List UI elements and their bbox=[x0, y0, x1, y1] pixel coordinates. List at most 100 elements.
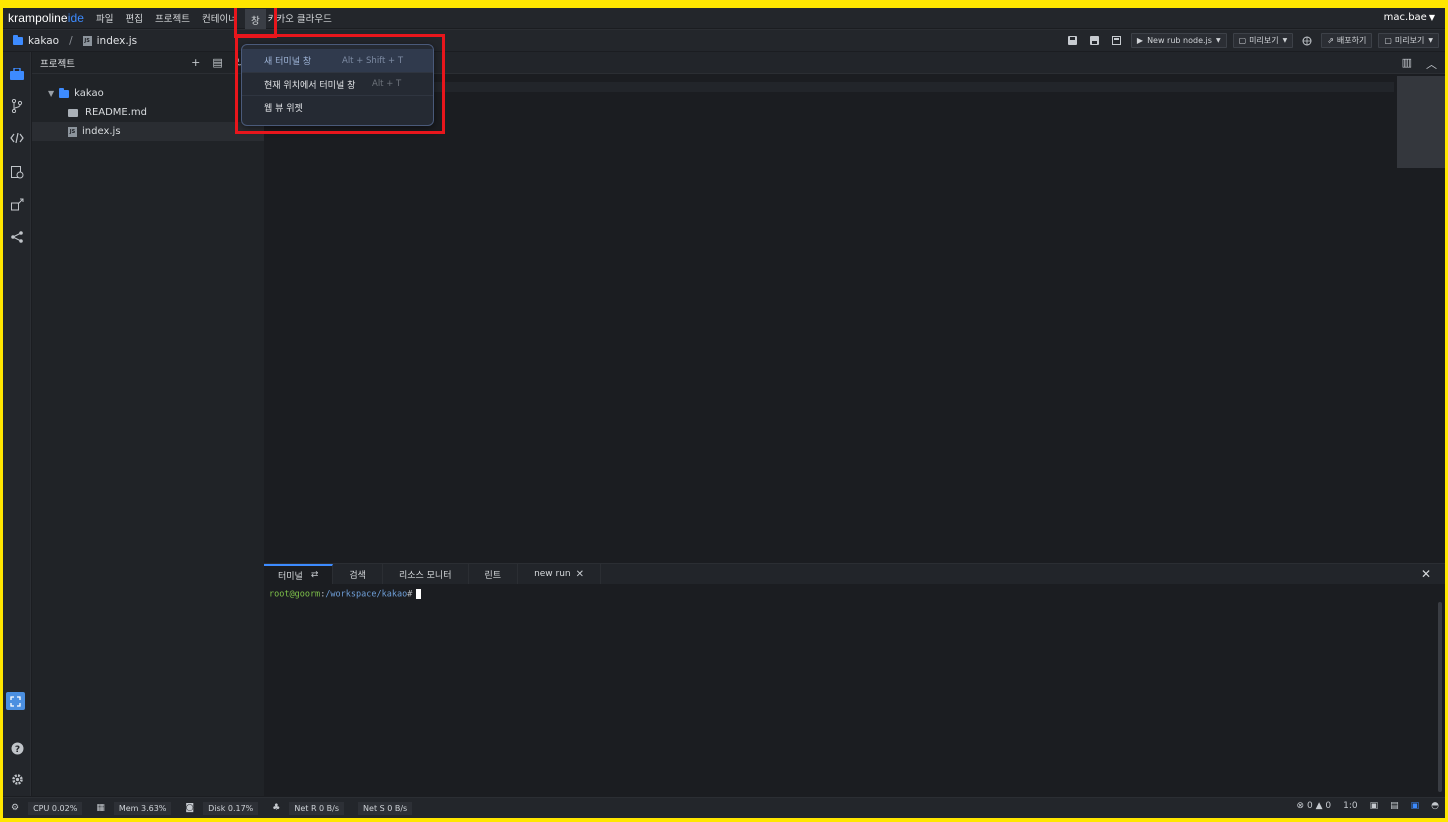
status-net-r: ♣ Net R 0 B/s bbox=[272, 801, 345, 815]
menu-file[interactable]: 파일 bbox=[96, 11, 113, 25]
terminal-toggle-icon[interactable]: ▣ bbox=[1411, 801, 1420, 811]
save-all-icon[interactable] bbox=[1087, 34, 1103, 48]
expand-icon[interactable] bbox=[6, 692, 25, 710]
activity-bar: ? bbox=[3, 52, 31, 796]
tree-file-readme[interactable]: README.md bbox=[32, 103, 264, 122]
net-r-value: Net R 0 B/s bbox=[289, 801, 345, 815]
refresh-icon[interactable]: ⇄ bbox=[311, 570, 319, 580]
warning-icon: ▲ bbox=[1315, 801, 1323, 811]
net-s-value: Net S 0 B/s bbox=[358, 801, 413, 815]
git-branch-icon[interactable] bbox=[9, 98, 25, 114]
menu-bar: krampolineide 파일 편집 프로젝트 컨테이너 창 카카오 클라우드… bbox=[3, 8, 1445, 31]
settings-gear-icon[interactable] bbox=[9, 771, 25, 787]
globe-icon[interactable] bbox=[1299, 34, 1315, 48]
editor-actions: ▥ ︿ bbox=[1402, 56, 1437, 72]
breadcrumb-file[interactable]: index.js bbox=[97, 35, 137, 47]
svg-text:?: ? bbox=[14, 745, 19, 755]
deploy-button[interactable]: ⇗ 배포하기 bbox=[1321, 33, 1373, 48]
js-file-icon: JS bbox=[82, 35, 92, 46]
preview-icon: ▢ bbox=[1238, 36, 1247, 45]
tree-file-index[interactable]: JS index.js bbox=[32, 122, 264, 141]
menu-container[interactable]: 컨테이너 bbox=[202, 11, 237, 25]
breadcrumb: kakao / JS index.js bbox=[3, 34, 137, 47]
prompt-char: # bbox=[407, 589, 413, 600]
prompt-user: root@goorm bbox=[269, 589, 321, 600]
code-icon[interactable] bbox=[9, 130, 25, 146]
tab-label: new run bbox=[534, 569, 571, 579]
user-menu[interactable]: mac.bae ▼ bbox=[1384, 12, 1435, 23]
cpu-value: CPU 0.02% bbox=[28, 801, 83, 815]
tab-resource-monitor[interactable]: 리소스 모니터 bbox=[383, 564, 469, 584]
deploy-rocket-icon[interactable] bbox=[9, 196, 25, 212]
terminal-prompt[interactable]: root@goorm:/workspace/kakao# bbox=[269, 589, 422, 600]
chevron-down-icon: ▼ bbox=[48, 89, 55, 98]
error-count: 0 bbox=[1306, 801, 1313, 811]
share-icon[interactable] bbox=[9, 229, 25, 245]
chat-icon[interactable]: ▤ bbox=[1390, 801, 1399, 811]
status-problems[interactable]: ⊗ 0 ▲ 0 bbox=[1297, 801, 1332, 811]
js-file-icon: JS bbox=[68, 126, 77, 137]
panel-tab-bar: 터미널 ⇄ 검색 리소스 모니터 린트 new run ✕ bbox=[264, 564, 1445, 584]
warning-count: 0 bbox=[1325, 801, 1332, 811]
help-icon[interactable]: ? bbox=[9, 740, 25, 756]
deploy-icon: ⇗ bbox=[1327, 36, 1334, 45]
tab-new-run[interactable]: new run ✕ bbox=[518, 564, 602, 584]
tab-label: 검색 bbox=[349, 570, 366, 581]
breadcrumb-project[interactable]: kakao bbox=[28, 35, 59, 47]
preview-icon: ▢ bbox=[1384, 36, 1392, 45]
disk-icon: ◙ bbox=[185, 803, 195, 813]
menu-project[interactable]: 프로젝트 bbox=[155, 11, 190, 25]
tree-item-label: README.md bbox=[85, 107, 148, 118]
caret-down-icon: ▼ bbox=[1282, 37, 1288, 44]
tab-lint[interactable]: 린트 bbox=[469, 564, 519, 584]
container-icon[interactable] bbox=[9, 164, 25, 180]
new-folder-icon[interactable]: ▤ bbox=[212, 56, 222, 69]
markdown-file-icon bbox=[68, 108, 78, 117]
folder-icon bbox=[13, 34, 23, 45]
tab-search[interactable]: 검색 bbox=[333, 564, 383, 584]
app-logo[interactable]: krampolineide bbox=[3, 11, 84, 25]
tree-item-label: index.js bbox=[82, 126, 121, 137]
user-name: mac.bae bbox=[1383, 12, 1427, 23]
tree-item-label: kakao bbox=[74, 88, 104, 99]
status-disk: ◙ Disk 0.17% bbox=[185, 801, 259, 815]
build-icon[interactable] bbox=[1109, 34, 1125, 48]
tab-label: 리소스 모니터 bbox=[398, 570, 452, 581]
caret-down-icon: ▼ bbox=[1428, 37, 1433, 44]
tab-label: 터미널 bbox=[278, 571, 303, 582]
notification-icon[interactable]: ◓ bbox=[1431, 801, 1439, 811]
caret-down-icon: ▼ bbox=[1428, 13, 1435, 22]
toolbar: kakao / JS index.js ▶ New rub node.js ▼ ▢ 미… bbox=[3, 29, 1445, 51]
logo-text: krampoline bbox=[8, 11, 68, 25]
preview-button-label: 미리보기 bbox=[1249, 36, 1279, 45]
ide-window: krampolineide 파일 편집 프로젝트 컨테이너 창 카카오 클라우드… bbox=[3, 8, 1445, 818]
run-button[interactable]: ▶ New rub node.js ▼ bbox=[1130, 33, 1227, 48]
terminal-scrollbar[interactable] bbox=[1438, 602, 1442, 792]
menu-kakao-cloud[interactable]: 카카오 클라우드 bbox=[268, 11, 332, 25]
layout-icon[interactable]: ▣ bbox=[1370, 801, 1379, 811]
chevron-up-icon[interactable]: ︿ bbox=[1426, 56, 1437, 72]
cpu-icon: ⚙ bbox=[11, 803, 20, 813]
split-editor-icon[interactable]: ▥ bbox=[1402, 56, 1412, 72]
menu-edit[interactable]: 편집 bbox=[126, 11, 143, 25]
tree-folder-kakao[interactable]: ▼ kakao bbox=[32, 84, 264, 103]
add-icon[interactable]: + bbox=[191, 56, 200, 69]
status-cpu: ⚙ CPU 0.02% bbox=[11, 801, 83, 815]
tab-terminal[interactable]: 터미널 ⇄ bbox=[264, 564, 334, 584]
mem-value: Mem 3.63% bbox=[113, 801, 172, 815]
preview-button-2[interactable]: ▢ 미리보기 ▼ bbox=[1378, 33, 1439, 48]
cursor-position[interactable]: 1:0 bbox=[1343, 801, 1357, 811]
close-icon[interactable]: ✕ bbox=[576, 569, 584, 580]
bottom-panel: 터미널 ⇄ 검색 리소스 모니터 린트 new run ✕ ✕ root@goorm… bbox=[264, 563, 1445, 796]
status-right: ⊗ 0 ▲ 0 1:0 ▣ ▤ ▣ ◓ bbox=[1297, 801, 1439, 811]
panel-close-icon[interactable]: ✕ bbox=[1421, 567, 1431, 581]
play-icon: ▶ bbox=[1136, 36, 1144, 45]
preview-button[interactable]: ▢ 미리보기 ▼ bbox=[1232, 33, 1294, 48]
run-button-label: New rub node.js bbox=[1147, 36, 1212, 45]
toolbar-actions: ▶ New rub node.js ▼ ▢ 미리보기 ▼ ⇗ 배포하기 ▢ 미리보기 ▼ bbox=[1065, 33, 1439, 48]
save-icon[interactable] bbox=[1065, 34, 1081, 48]
minimap[interactable] bbox=[1397, 76, 1445, 168]
deploy-button-label: 배포하기 bbox=[1336, 36, 1367, 45]
project-briefcase-icon[interactable] bbox=[9, 66, 25, 82]
disk-value: Disk 0.17% bbox=[203, 801, 259, 815]
